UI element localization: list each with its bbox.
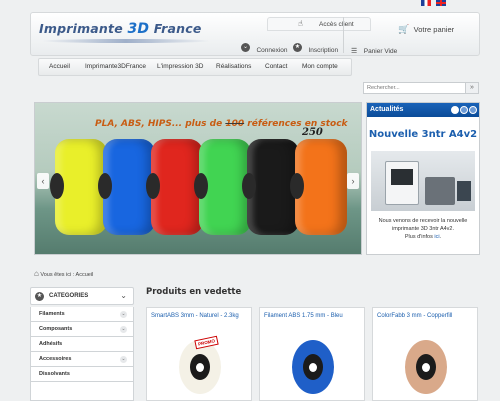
nav-item-account[interactable]: Mon compte xyxy=(302,63,338,70)
news-title: Actualités xyxy=(370,106,404,113)
nav-item-3d-printing[interactable]: L'impression 3D xyxy=(157,63,203,70)
product-name[interactable]: ColorFabb 3 mm - Copperfill xyxy=(377,313,452,319)
logo-text-part3: France xyxy=(149,21,202,36)
sidebar-item-composants[interactable]: Composants ⌄ xyxy=(30,322,134,337)
cart-status[interactable]: ☰ Panier Vide xyxy=(351,40,397,58)
slide-caption: PLA, ABS, HIPS... plus de 100 références… xyxy=(95,119,348,138)
news-header: Actualités xyxy=(367,103,479,117)
nav-item-realisations[interactable]: Réalisations xyxy=(216,63,251,70)
news-text: Nous venons de recevoir la nouvelle impr… xyxy=(371,217,475,241)
hand-pointer-icon: ☝ xyxy=(298,19,303,28)
sidebar-item-filaments[interactable]: Filaments ⌄ xyxy=(30,307,134,322)
login-label: Connexion xyxy=(256,47,288,54)
language-selector xyxy=(418,0,446,6)
star-icon: ★ xyxy=(293,43,302,53)
category-label: Accessoires xyxy=(39,356,72,362)
nav-item-imprimante3dfrance[interactable]: Imprimante3DFrance xyxy=(85,63,146,70)
category-header[interactable]: ★ CATEGORIES ⌄ xyxy=(30,287,134,305)
slide-old-count: 100 xyxy=(225,119,245,129)
category-label: Dissolvants xyxy=(39,371,70,377)
cart-icon: 🛒 xyxy=(398,24,410,34)
logo-text-part1: Imprimante xyxy=(39,21,128,36)
main-nav: Accueil Imprimante3DFrance L'impression … xyxy=(38,58,352,76)
chevron-down-icon: ⌄ xyxy=(241,43,250,53)
news-more-prefix: Plus d'infos xyxy=(404,234,435,240)
sidebar-item-more[interactable] xyxy=(30,382,134,401)
logo-swoosh xyxy=(41,39,211,43)
product-name[interactable]: Filament ABS 1.75 mm - Bleu xyxy=(264,313,343,319)
reel-hole xyxy=(422,363,430,372)
product-card[interactable]: Filament ABS 1.75 mm - Bleu xyxy=(259,307,365,401)
news-dot-1[interactable] xyxy=(451,106,459,114)
account-tab[interactable]: ☝ Accès client xyxy=(267,17,371,31)
promo-slider: PLA, ABS, HIPS... plus de 100 références… xyxy=(34,102,362,255)
news-headline[interactable]: Nouvelle 3ntr A4v2 xyxy=(367,129,479,140)
category-sidebar: ★ CATEGORIES ⌄ Filaments ⌄ Composants ⌄ … xyxy=(30,287,134,401)
cart-title-link[interactable]: 🛒 Votre panier xyxy=(398,19,454,37)
register-link[interactable]: ★ Inscription xyxy=(293,39,338,57)
news-image xyxy=(371,151,475,211)
account-title: Accès client xyxy=(319,21,354,28)
news-body: Nous venons de recevoir la nouvelle impr… xyxy=(378,218,468,232)
slider-prev-icon[interactable]: ‹ xyxy=(37,173,49,189)
search-submit-icon[interactable]: » xyxy=(465,83,478,93)
product-card[interactable]: SmartABS 3mm - Naturel - 2.3kg PROMO xyxy=(146,307,252,401)
chevron-down-icon: ⌄ xyxy=(120,356,127,363)
star-icon: ★ xyxy=(35,292,44,301)
news-panel: Actualités Nouvelle 3ntr A4v2 Nous venon… xyxy=(366,102,480,255)
slide-caption-start: PLA, ABS, HIPS... plus de xyxy=(95,119,226,129)
chevron-down-icon: ⌄ xyxy=(120,291,127,300)
product-image[interactable] xyxy=(286,332,340,398)
slide-caption-end: références en stock xyxy=(244,119,348,129)
breadcrumb: ⌂ Vous êtes ici : Accueil xyxy=(34,269,93,278)
reel-hole xyxy=(196,363,204,372)
product-name[interactable]: SmartABS 3mm - Naturel - 2.3kg xyxy=(151,313,239,319)
french-flag-icon[interactable] xyxy=(421,0,431,6)
news-dot-3[interactable] xyxy=(469,106,477,114)
cart-title: Votre panier xyxy=(413,25,455,34)
login-link[interactable]: ⌄ Connexion xyxy=(241,39,288,57)
category-label: Filaments xyxy=(39,311,65,317)
slide-new-count: 250 xyxy=(302,127,323,138)
site-header: Imprimante 3D France ☝ Accès client ⌄ Co… xyxy=(30,12,480,56)
category-label: Composants xyxy=(39,326,73,332)
news-dot-2[interactable] xyxy=(460,106,468,114)
category-label: Adhésifs xyxy=(39,341,63,347)
category-title: CATEGORIES xyxy=(49,293,89,299)
slider-next-icon[interactable]: › xyxy=(347,173,359,189)
breadcrumb-text: Vous êtes ici : Accueil xyxy=(40,272,94,278)
english-flag-icon[interactable] xyxy=(435,0,446,6)
register-label: Inscription xyxy=(308,47,339,54)
sidebar-item-adhesifs[interactable]: Adhésifs xyxy=(30,337,134,352)
sidebar-item-accessoires[interactable]: Accessoires ⌄ xyxy=(30,352,134,367)
filament-spool xyxy=(290,139,347,235)
search-input[interactable] xyxy=(364,83,464,93)
home-icon[interactable]: ⌂ xyxy=(34,269,39,278)
product-image[interactable] xyxy=(399,332,453,398)
products-title: Produits en vedette xyxy=(146,287,242,297)
search-box: » xyxy=(363,82,479,94)
news-more-suffix: . xyxy=(439,234,442,240)
header-divider xyxy=(343,17,344,53)
chevron-down-icon: ⌄ xyxy=(120,311,127,318)
list-icon: ☰ xyxy=(351,48,358,55)
product-card[interactable]: ColorFabb 3 mm - Copperfill xyxy=(372,307,478,401)
nav-item-contact[interactable]: Contact xyxy=(265,63,287,70)
logo-text-part2: 3D xyxy=(127,21,150,37)
product-image[interactable]: PROMO xyxy=(173,332,227,398)
cart-status-label: Panier Vide xyxy=(363,48,398,55)
nav-item-home[interactable]: Accueil xyxy=(49,63,70,70)
site-logo[interactable]: Imprimante 3D France xyxy=(39,21,202,37)
reel-hole xyxy=(309,363,317,372)
sidebar-item-dissolvants[interactable]: Dissolvants xyxy=(30,367,134,382)
chevron-down-icon: ⌄ xyxy=(120,326,127,333)
